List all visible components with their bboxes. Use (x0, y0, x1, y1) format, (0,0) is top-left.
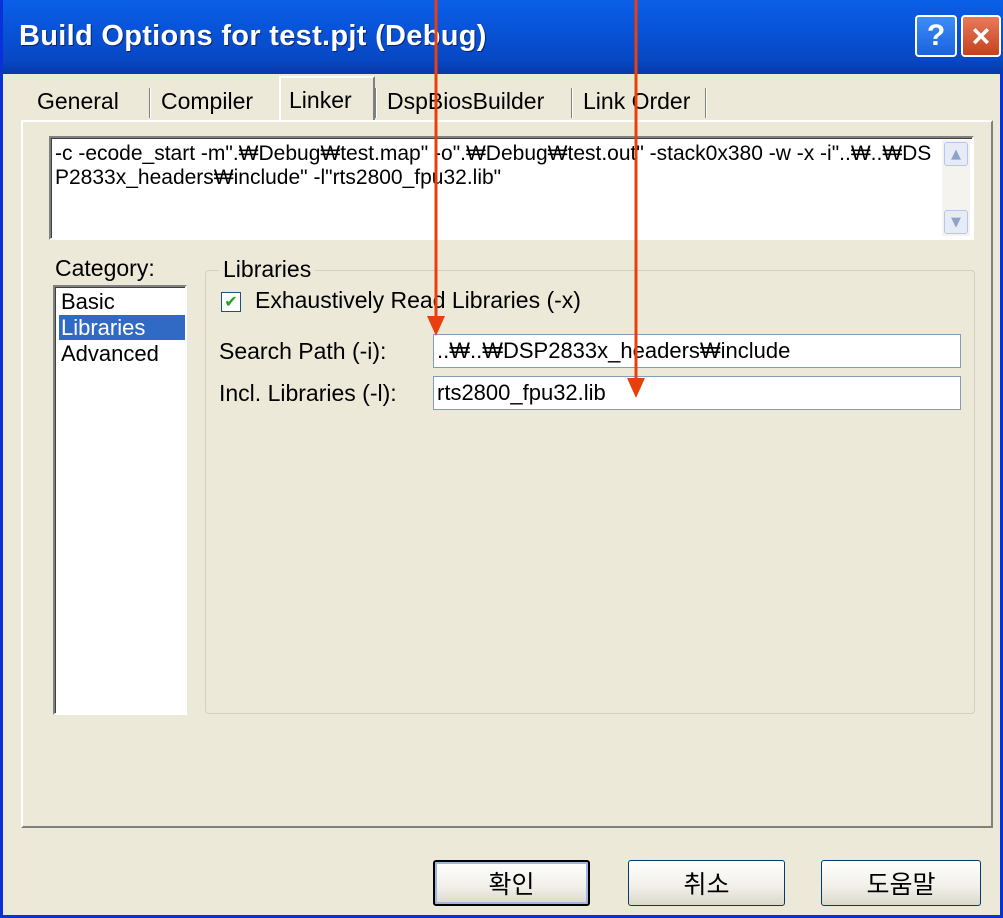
ok-button[interactable]: 확인 (433, 860, 590, 906)
vertical-scrollbar[interactable]: ▲ ▼ (942, 140, 970, 236)
tab-linker[interactable]: Linker (279, 76, 375, 122)
category-list[interactable]: Basic Libraries Advanced (53, 285, 187, 715)
incl-libraries-field[interactable]: rts2800_fpu32.lib (433, 376, 961, 410)
scroll-up-icon[interactable]: ▲ (944, 142, 968, 166)
tab-separator (375, 88, 377, 118)
exhaustive-read-label[interactable]: Exhaustively Read Libraries (-x) (255, 287, 581, 314)
close-icon[interactable]: × (961, 15, 1001, 57)
title-bar[interactable]: Build Options for test.pjt (Debug) ? × (3, 0, 1003, 74)
libraries-group-title: Libraries (219, 256, 316, 283)
tab-separator (149, 88, 151, 118)
tab-separator (571, 88, 573, 118)
command-line-text[interactable]: -c -ecode_start -m".₩Debug₩test.map" -o"… (55, 142, 935, 190)
search-path-field[interactable]: ..₩..₩DSP2833x_headers₩include (433, 334, 961, 368)
cancel-button[interactable]: 취소 (628, 860, 785, 906)
window-title: Build Options for test.pjt (Debug) (19, 20, 487, 52)
incl-libraries-label: Incl. Libraries (-l): (219, 380, 397, 406)
tab-general[interactable]: General (29, 82, 149, 120)
category-item-libraries[interactable]: Libraries (59, 315, 185, 340)
tab-dspbiosbuilder[interactable]: DspBiosBuilder (379, 82, 571, 120)
build-options-dialog: Build Options for test.pjt (Debug) ? × G… (0, 0, 1003, 918)
checkmark-icon: ✔ (224, 292, 238, 311)
exhaustive-read-checkbox[interactable]: ✔ (221, 292, 241, 312)
category-label: Category: (55, 255, 155, 281)
tab-link-order[interactable]: Link Order (575, 82, 705, 120)
help-icon[interactable]: ? (915, 15, 957, 57)
category-item-basic[interactable]: Basic (59, 289, 185, 314)
search-path-label: Search Path (-i): (219, 338, 387, 364)
category-item-advanced[interactable]: Advanced (59, 341, 185, 366)
command-line-box[interactable]: -c -ecode_start -m".₩Debug₩test.map" -o"… (49, 136, 974, 240)
tab-compiler[interactable]: Compiler (153, 82, 279, 120)
scroll-down-icon[interactable]: ▼ (944, 210, 968, 234)
help-button[interactable]: 도움말 (821, 860, 981, 906)
tab-separator (705, 88, 707, 118)
